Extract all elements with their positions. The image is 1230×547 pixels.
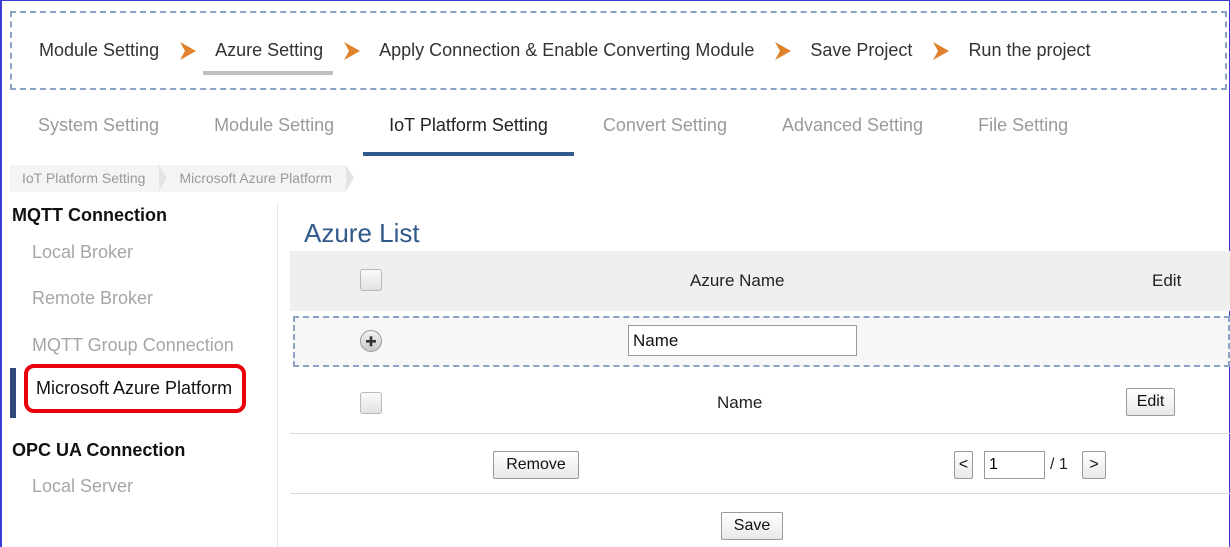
breadcrumb-iot-platform-setting[interactable]: IoT Platform Setting xyxy=(10,165,168,192)
sidebar-heading-opc-ua: OPC UA Connection xyxy=(12,440,186,460)
sidebar-item-local-server[interactable]: Local Server xyxy=(32,476,133,497)
step-azure-setting[interactable]: Azure Setting xyxy=(203,40,334,75)
selected-marker xyxy=(10,368,16,418)
row-azure-name: Name xyxy=(717,393,763,412)
save-button[interactable]: Save xyxy=(721,512,783,540)
prev-page-button[interactable]: < xyxy=(954,451,973,479)
tab-system-setting[interactable]: System Setting xyxy=(38,112,159,156)
add-icon[interactable] xyxy=(360,330,382,352)
next-page-button[interactable]: > xyxy=(1082,451,1106,479)
tab-advanced-setting[interactable]: Advanced Setting xyxy=(782,112,923,156)
tab-module-setting[interactable]: Module Setting xyxy=(214,112,334,156)
tab-iot-platform-setting[interactable]: IoT Platform Setting xyxy=(363,112,574,156)
sidebar-item-remote-broker[interactable]: Remote Broker xyxy=(32,288,153,309)
row-checkbox[interactable] xyxy=(360,392,382,414)
step-save-project[interactable]: Save Project xyxy=(810,40,912,61)
chevron-right-icon xyxy=(177,40,199,62)
new-azure-name-input[interactable] xyxy=(628,325,857,356)
page-title: Azure List xyxy=(304,218,420,248)
chevron-right-icon xyxy=(341,40,363,62)
page-total: / 1 xyxy=(1050,456,1068,473)
sidebar-heading-mqtt: MQTT Connection xyxy=(12,205,167,225)
step-run-project[interactable]: Run the project xyxy=(968,40,1090,61)
table-row: Name Edit xyxy=(290,372,1230,434)
column-azure-name: Azure Name xyxy=(690,271,785,290)
breadcrumb-microsoft-azure-platform[interactable]: Microsoft Azure Platform xyxy=(159,165,354,192)
edit-button[interactable]: Edit xyxy=(1126,388,1175,416)
table-footer-row: Remove < / 1 > xyxy=(290,434,1230,494)
column-edit: Edit xyxy=(1152,271,1182,290)
tab-convert-setting[interactable]: Convert Setting xyxy=(603,112,727,156)
wizard-steps: Module Setting Azure Setting Apply Conne… xyxy=(10,11,1227,90)
chevron-right-icon xyxy=(772,40,794,62)
breadcrumb: IoT Platform Setting Microsoft Azure Pla… xyxy=(10,165,354,192)
sidebar-item-mqtt-group-connection[interactable]: MQTT Group Connection xyxy=(32,335,234,356)
select-all-checkbox[interactable] xyxy=(360,269,382,291)
tab-file-setting[interactable]: File Setting xyxy=(978,112,1068,156)
step-apply-connection[interactable]: Apply Connection & Enable Converting Mod… xyxy=(379,40,754,61)
remove-button[interactable]: Remove xyxy=(493,451,579,479)
table-header: Azure Name Edit xyxy=(290,251,1230,311)
sidebar-item-local-broker[interactable]: Local Broker xyxy=(32,242,133,263)
step-module-setting[interactable]: Module Setting xyxy=(39,40,159,61)
add-row xyxy=(293,316,1230,367)
sidebar: MQTT Connection Local Broker Remote Brok… xyxy=(10,202,278,547)
page-number-input[interactable] xyxy=(984,451,1045,479)
chevron-right-icon xyxy=(930,40,952,62)
sidebar-item-microsoft-azure-platform[interactable]: Microsoft Azure Platform xyxy=(24,364,247,413)
main-tabs: System Setting Module Setting IoT Platfo… xyxy=(38,112,1123,156)
